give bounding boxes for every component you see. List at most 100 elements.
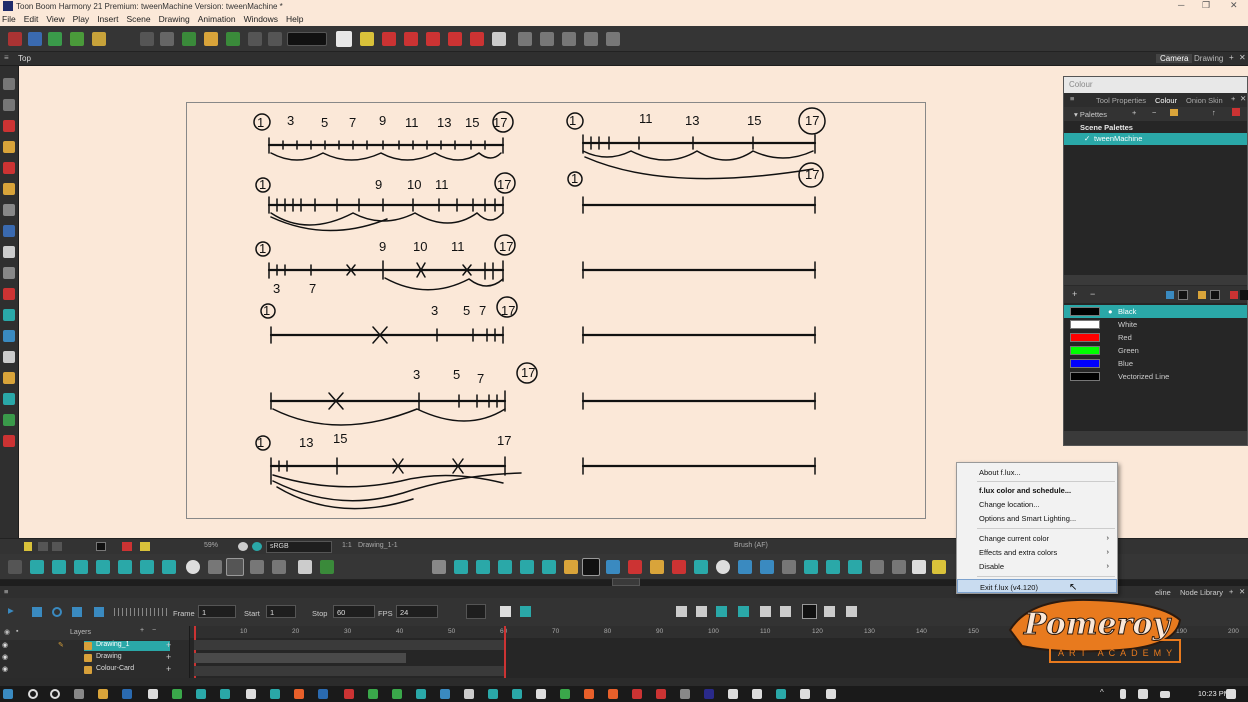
colour-item-white[interactable]: White bbox=[1064, 318, 1247, 331]
colour-item-blue[interactable]: Blue bbox=[1064, 357, 1247, 370]
remove-colour-icon[interactable]: − bbox=[1090, 289, 1095, 299]
eye-icon[interactable]: ◉ bbox=[4, 628, 10, 636]
frames-row[interactable] bbox=[194, 640, 504, 650]
pencil-icon[interactable] bbox=[564, 560, 578, 574]
node-icon[interactable] bbox=[870, 560, 884, 574]
app-icon[interactable] bbox=[270, 689, 280, 699]
app-icon[interactable] bbox=[368, 689, 378, 699]
layer-icon[interactable] bbox=[208, 560, 222, 574]
pivot-tool-icon[interactable] bbox=[3, 309, 15, 321]
dot-icon[interactable] bbox=[716, 560, 730, 574]
extend-icon[interactable] bbox=[846, 606, 857, 617]
cutter-icon[interactable] bbox=[782, 560, 796, 574]
tab-colour[interactable]: Colour bbox=[1155, 96, 1177, 105]
light-icon[interactable] bbox=[932, 560, 946, 574]
brush-red-icon[interactable] bbox=[672, 560, 686, 574]
gear-icon[interactable] bbox=[238, 542, 248, 551]
stamp-tool-icon[interactable] bbox=[3, 162, 15, 174]
app-icon[interactable] bbox=[344, 689, 354, 699]
folder-icon[interactable] bbox=[1170, 109, 1178, 116]
app-icon[interactable] bbox=[122, 689, 132, 699]
peg-icon[interactable] bbox=[160, 32, 174, 46]
key-red-icon[interactable] bbox=[448, 32, 462, 46]
layer-row[interactable]: ◉ Drawing + bbox=[0, 652, 189, 664]
close-view-icon[interactable]: ✕ bbox=[1239, 53, 1246, 62]
insert-icon[interactable] bbox=[780, 606, 791, 617]
line-color-icon[interactable] bbox=[1240, 290, 1248, 300]
colour-item-black[interactable]: ● Black bbox=[1064, 305, 1247, 318]
panel-menu-icon[interactable]: ≡ bbox=[1070, 94, 1074, 103]
menu-item-color-schedule[interactable]: f.lux color and schedule... bbox=[957, 483, 1117, 497]
curve-icon[interactable] bbox=[52, 560, 66, 574]
app-icon[interactable] bbox=[148, 689, 158, 699]
layer-row[interactable]: ◉ ✎ Drawing_1 + bbox=[0, 640, 189, 652]
app-icon[interactable] bbox=[488, 689, 498, 699]
app-icon[interactable] bbox=[246, 689, 256, 699]
drawing-canvas[interactable]: 1 3 5 7 9 11 13 15 17 1 9 10 11 17 1 9 1 bbox=[186, 102, 926, 519]
keyframe-icon[interactable] bbox=[520, 606, 531, 617]
layer-toggle-icon[interactable]: ◉ bbox=[2, 641, 8, 649]
mirror-icon[interactable] bbox=[476, 560, 490, 574]
add-icon[interactable]: + bbox=[166, 652, 171, 662]
key-red-icon[interactable] bbox=[470, 32, 484, 46]
key-ease-icon[interactable] bbox=[738, 606, 749, 617]
frame-marker-icon[interactable] bbox=[802, 604, 817, 619]
stop-marker[interactable] bbox=[504, 626, 506, 678]
bg-icon[interactable] bbox=[96, 542, 106, 551]
ease-icon[interactable] bbox=[584, 32, 598, 46]
transform-icon[interactable] bbox=[48, 32, 62, 46]
deform-icon[interactable] bbox=[96, 560, 110, 574]
eyedropper-icon[interactable] bbox=[1166, 291, 1174, 299]
add-colour-icon[interactable]: + bbox=[1072, 289, 1077, 299]
flip-icon[interactable] bbox=[454, 560, 468, 574]
volume-icon[interactable] bbox=[1138, 689, 1148, 699]
layer-toggle-icon[interactable]: ◉ bbox=[2, 653, 8, 661]
add-view-icon[interactable]: + bbox=[1229, 53, 1234, 62]
onion-icon[interactable] bbox=[122, 542, 132, 551]
app-icon[interactable] bbox=[196, 689, 206, 699]
flip-h-icon[interactable] bbox=[738, 560, 752, 574]
arrow-up-icon[interactable]: ↑ bbox=[1212, 108, 1216, 117]
app-icon[interactable] bbox=[608, 689, 618, 699]
key-icon[interactable] bbox=[226, 32, 240, 46]
menu-windows[interactable]: Windows bbox=[242, 14, 284, 24]
brush-tool-icon[interactable] bbox=[3, 120, 15, 132]
menu-item-effects[interactable]: Effects and extra colors › bbox=[957, 545, 1117, 559]
app-icon[interactable] bbox=[392, 689, 402, 699]
contour-tool-icon[interactable] bbox=[3, 99, 15, 111]
cortana-icon[interactable] bbox=[50, 689, 60, 699]
menu-item-disable[interactable]: Disable › bbox=[957, 559, 1117, 573]
app-icon[interactable] bbox=[704, 689, 714, 699]
minimize-icon[interactable]: ─ bbox=[1178, 0, 1184, 10]
remove-layer-icon[interactable]: − bbox=[152, 627, 156, 634]
layer-icon[interactable] bbox=[250, 560, 264, 574]
pencil-icon[interactable]: ✎ bbox=[58, 641, 64, 649]
pencil-color-icon[interactable] bbox=[1178, 290, 1188, 300]
color-space-select[interactable]: sRGB bbox=[266, 541, 332, 553]
green-arrow-icon[interactable] bbox=[336, 31, 352, 47]
palette-list-area[interactable] bbox=[1064, 145, 1247, 275]
stop-icon[interactable] bbox=[72, 607, 82, 617]
play-selection-icon[interactable] bbox=[32, 607, 42, 617]
brush-color-icon[interactable] bbox=[1198, 291, 1206, 299]
shape-tool-icon[interactable] bbox=[3, 225, 15, 237]
close-icon[interactable]: ✕ bbox=[1230, 0, 1238, 11]
ik-icon[interactable] bbox=[182, 32, 196, 46]
plus-icon[interactable] bbox=[248, 32, 262, 46]
record-icon[interactable] bbox=[8, 32, 22, 46]
app-icon[interactable] bbox=[632, 689, 642, 699]
palette-item[interactable]: ✓ tweenMachine bbox=[1064, 133, 1247, 145]
app-icon[interactable] bbox=[440, 689, 450, 699]
add-key-icon[interactable] bbox=[676, 606, 687, 617]
frames-row[interactable] bbox=[194, 653, 406, 663]
color-space-icon[interactable] bbox=[252, 542, 262, 551]
task-view-icon[interactable] bbox=[74, 689, 84, 699]
restore-icon[interactable]: ❐ bbox=[1202, 0, 1210, 11]
key-red-icon[interactable] bbox=[404, 32, 418, 46]
pen-icon[interactable] bbox=[912, 560, 926, 574]
menu-item-change-location[interactable]: Change location... bbox=[957, 497, 1117, 511]
colour-item-green[interactable]: Green bbox=[1064, 344, 1247, 357]
stop-field[interactable]: 60 bbox=[333, 605, 375, 618]
app-icon[interactable] bbox=[560, 689, 570, 699]
select-icon[interactable] bbox=[204, 32, 218, 46]
